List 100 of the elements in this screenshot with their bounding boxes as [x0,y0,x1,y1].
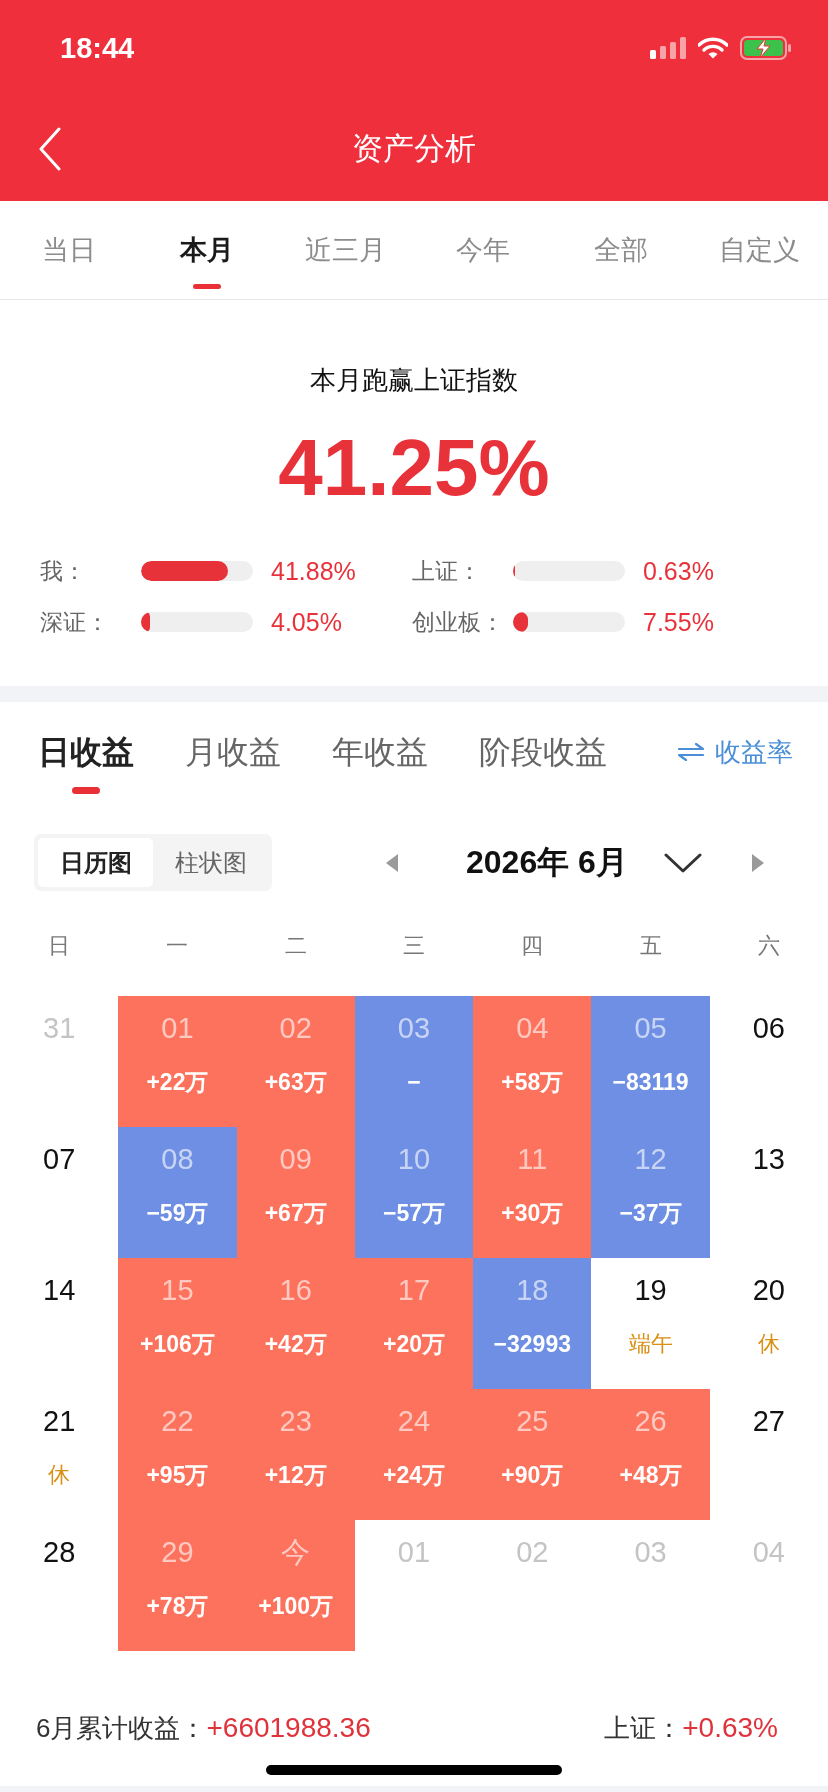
day-number: 09 [279,1142,312,1177]
daily-return: +12万 [264,1461,327,1490]
comparison-label: 创业板： [412,607,505,637]
daily-return: +100万 [258,1592,334,1621]
day-number: 今 [281,1535,311,1570]
back-chevron-icon [38,126,62,171]
weekday-label: 五 [639,932,662,960]
day-number: 23 [279,1404,312,1439]
left-triangle-icon [386,853,398,872]
comparison-label: 我： [40,556,87,586]
trading-day-cell[interactable]: 18 −32993 [473,1258,592,1389]
daily-return: −59万 [146,1199,209,1228]
day-number: 20 [752,1273,785,1308]
trading-day-cell[interactable]: 08 −59万 [118,1127,237,1258]
weekday-label: 日 [48,932,71,960]
day-number: 03 [634,1535,667,1570]
day-number: 31 [43,1011,76,1046]
next-month-button[interactable] [751,853,764,872]
day-number: 15 [161,1273,194,1308]
day-number: 07 [43,1142,76,1177]
day-number: 21 [43,1404,76,1439]
comparison-value: 0.63% [643,556,714,586]
outperform-percentage: 41.25% [277,422,551,514]
comparison-value: 4.05% [271,607,342,637]
trading-day-cell[interactable]: 09 +67万 [236,1127,355,1258]
daily-return: +30万 [501,1199,564,1228]
weekday-label: 六 [757,932,780,960]
chevron-down-icon [663,851,702,874]
period-tab[interactable]: 近三月 [276,201,414,299]
returns-tab[interactable]: 年收益 [332,702,428,802]
daily-return: +42万 [264,1330,327,1359]
day-number: 12 [634,1142,667,1177]
period-tab[interactable]: 全部 [552,201,690,299]
trading-day-cell[interactable]: 03 − [354,996,474,1127]
period-tab[interactable]: 今年 [414,201,552,299]
day-number: 08 [161,1142,194,1177]
day-number: 16 [279,1273,312,1308]
daily-return: +63万 [264,1068,327,1097]
trading-day-cell[interactable]: 22 +95万 [118,1389,237,1520]
index-return-value: +0.63% [682,1712,778,1744]
daily-return: − [407,1068,421,1097]
daily-return: +67万 [264,1199,327,1228]
holiday-note: 端午 [628,1330,673,1358]
period-tab[interactable]: 本月 [138,201,276,299]
daily-return: +95万 [146,1461,209,1490]
trading-day-cell[interactable]: 17 +20万 [354,1258,474,1389]
comparison-value: 7.55% [643,607,714,637]
day-number: 05 [634,1011,667,1046]
day-number: 18 [516,1273,549,1308]
trading-day-cell[interactable]: 11 +30万 [473,1127,592,1258]
trading-day-cell[interactable]: 05 −83119 [591,996,710,1127]
page-title: 资产分析 [351,129,477,168]
trading-day-cell[interactable]: 23 +12万 [236,1389,355,1520]
trading-day-cell[interactable]: 29 +78万 [118,1520,237,1651]
month-title: 2026年 6月 [466,842,628,882]
previous-month-button[interactable] [386,853,398,872]
daily-return: −37万 [619,1199,682,1228]
trading-day-cell[interactable]: 今 +100万 [236,1520,355,1651]
wifi-icon [698,37,728,59]
day-number: 28 [43,1535,76,1570]
trading-day-cell[interactable]: 16 +42万 [236,1258,355,1389]
day-number: 03 [397,1011,431,1046]
status-time: 18:44 [60,31,135,65]
battery-charging-icon [740,36,792,60]
view-option[interactable]: 柱状图 [153,838,268,887]
trading-day-cell[interactable]: 10 −57万 [354,1127,474,1258]
daily-return: −57万 [383,1199,445,1228]
view-option[interactable]: 日历图 [38,838,153,887]
day-number: 01 [397,1535,431,1570]
trading-day-cell[interactable]: 25 +90万 [473,1389,592,1520]
index-return-label: 上证： [604,1711,683,1745]
trading-day-cell[interactable]: 26 +48万 [591,1389,710,1520]
trading-day-cell[interactable]: 12 −37万 [591,1127,710,1258]
right-triangle-icon [751,853,764,872]
day-number: 06 [752,1011,785,1046]
rate-switch-button[interactable]: 收益率 [678,702,793,802]
holiday-note: 休 [48,1461,71,1489]
daily-return: +90万 [501,1461,564,1490]
trading-day-cell[interactable]: 02 +63万 [236,996,355,1127]
daily-return: +58万 [501,1068,564,1097]
daily-return: +78万 [146,1592,209,1621]
weekday-label: 四 [521,932,544,960]
trading-day-cell[interactable]: 01 +22万 [118,996,237,1127]
comparison-label: 上证： [412,556,482,586]
back-button[interactable] [38,126,62,171]
day-number: 19 [634,1273,667,1308]
period-tab[interactable]: 自定义 [690,201,828,299]
returns-tab[interactable]: 月收益 [185,702,281,802]
trading-day-cell[interactable]: 15 +106万 [118,1258,237,1389]
trading-day-cell[interactable]: 04 +58万 [473,996,592,1127]
day-number: 24 [397,1404,431,1439]
returns-tab[interactable]: 日收益 [38,702,134,802]
daily-return: −83119 [612,1068,689,1097]
trading-day-cell[interactable]: 24 +24万 [354,1389,474,1520]
month-dropdown-button[interactable] [663,851,702,874]
day-number: 17 [397,1273,431,1308]
day-number: 29 [161,1535,194,1570]
returns-tab[interactable]: 阶段收益 [479,702,607,802]
period-tab[interactable]: 当日 [0,201,138,299]
daily-return: −32993 [493,1330,571,1359]
